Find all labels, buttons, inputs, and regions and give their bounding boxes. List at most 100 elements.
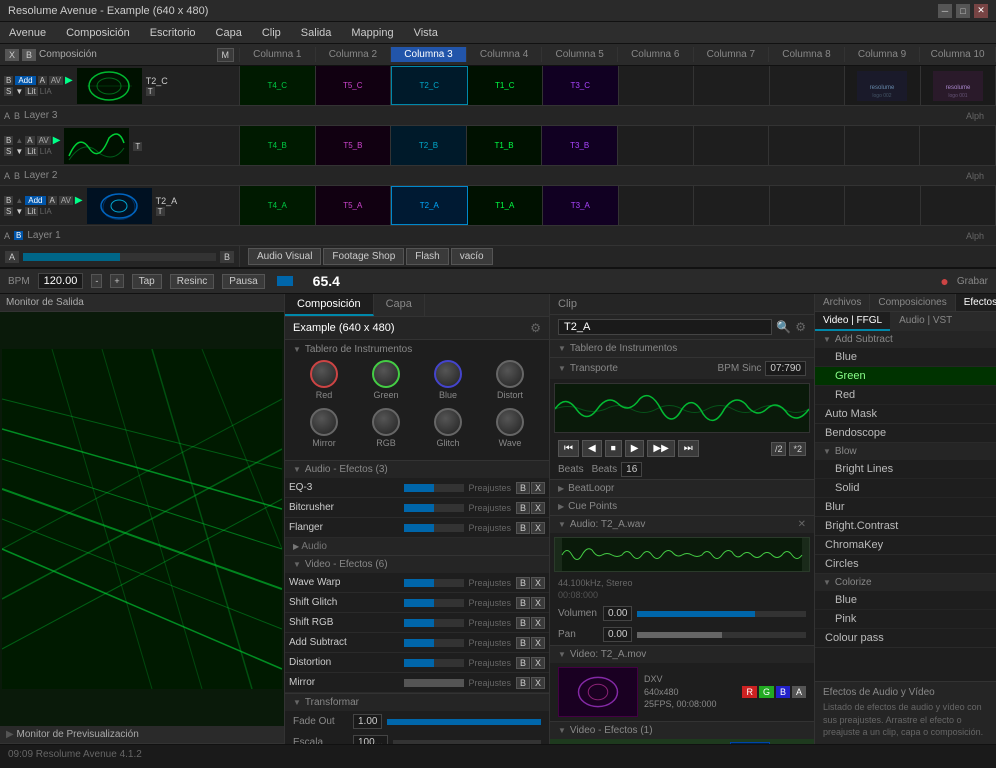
comp-settings-icon[interactable]: ⚙: [530, 321, 541, 335]
clip-l3-8[interactable]: [770, 66, 846, 105]
vol-value[interactable]: 0.00: [603, 606, 632, 621]
clip-l2-9[interactable]: [845, 126, 921, 165]
bpm-value[interactable]: 120.00: [38, 273, 84, 289]
knob-red[interactable]: Red: [310, 360, 338, 400]
beats-num[interactable]: 16: [621, 462, 642, 477]
clip-l2-10[interactable]: [920, 126, 996, 165]
transport-back-btn[interactable]: ◀: [582, 440, 602, 457]
group-blur[interactable]: Blur: [815, 498, 996, 517]
scale-val[interactable]: 100...: [353, 735, 388, 744]
t-btn-l1[interactable]: T: [156, 207, 165, 216]
menu-avenue[interactable]: Avenue: [5, 25, 50, 41]
knob-glitch[interactable]: Glitch: [434, 408, 462, 448]
clip-l2-2[interactable]: T5_B: [316, 126, 392, 165]
s-btn-l1[interactable]: S: [4, 207, 13, 216]
menu-salida[interactable]: Salida: [297, 25, 336, 41]
menu-vista[interactable]: Vista: [410, 25, 442, 41]
layer1-b-btn[interactable]: B: [14, 231, 23, 240]
group-circles[interactable]: Circles: [815, 555, 996, 574]
clip-l3-5[interactable]: T3_C: [543, 66, 619, 105]
b-btn-l2[interactable]: B: [4, 136, 13, 145]
master-b-btn[interactable]: B: [220, 251, 234, 263]
clip-l1-1[interactable]: T4_A: [240, 186, 316, 225]
audio-close-btn[interactable]: ✕: [798, 519, 806, 530]
group-bendoscope[interactable]: Bendoscope: [815, 424, 996, 443]
menu-capa[interactable]: Capa: [212, 25, 246, 41]
minimize-btn[interactable]: ─: [938, 4, 952, 18]
group-blow[interactable]: Blow: [815, 443, 996, 460]
video-b-btn[interactable]: B: [776, 686, 790, 698]
clip-l3-7[interactable]: [694, 66, 770, 105]
clip-l1-7[interactable]: [694, 186, 770, 225]
knob-green[interactable]: Green: [372, 360, 400, 400]
effect-red[interactable]: Red: [815, 386, 996, 405]
knob-rgb[interactable]: RGB: [372, 408, 400, 448]
audio-section-toggle[interactable]: ▶ Audio: [285, 538, 549, 555]
clip-l1-10[interactable]: [921, 186, 996, 225]
b-btn-l3[interactable]: B: [4, 76, 13, 85]
video-g-btn[interactable]: G: [759, 686, 774, 698]
effect-colorize-blue[interactable]: Blue: [815, 591, 996, 610]
pause-btn[interactable]: Pausa: [222, 274, 264, 289]
knob-blue[interactable]: Blue: [434, 360, 462, 400]
menu-mapping[interactable]: Mapping: [347, 25, 397, 41]
tap-btn[interactable]: Tap: [132, 274, 162, 289]
a-btn-l1[interactable]: A: [48, 196, 57, 205]
effect-wavewarp[interactable]: Wave Warp Preajustes B X: [285, 573, 549, 593]
clip-l2-7[interactable]: [694, 126, 770, 165]
clip-l3-4[interactable]: T1_C: [468, 66, 544, 105]
effect-bitcrusher[interactable]: Bitcrusher Preajustes B X: [285, 498, 549, 518]
vstab-video[interactable]: Video | FFGL: [815, 312, 890, 331]
clip-l2-4[interactable]: T1_B: [467, 126, 543, 165]
clip-l3-3[interactable]: T2_C: [391, 66, 468, 105]
clip-l1-4[interactable]: T1_A: [468, 186, 544, 225]
clip-l3-9[interactable]: resolumelogo 002: [845, 66, 921, 105]
group-chromakey[interactable]: ChromaKey: [815, 536, 996, 555]
clip-l2-8[interactable]: [769, 126, 845, 165]
group-brightcontrast[interactable]: Bright.Contrast: [815, 517, 996, 536]
group-colorize[interactable]: Colorize: [815, 574, 996, 591]
menu-escritorio[interactable]: Escritorio: [146, 25, 200, 41]
group-colourpass[interactable]: Colour pass: [815, 629, 996, 648]
transport-prev-btn[interactable]: ⏮: [558, 440, 579, 457]
effect-eq3[interactable]: EQ-3 Preajustes B X: [285, 478, 549, 498]
maximize-btn[interactable]: □: [956, 4, 970, 18]
av-btn-l3[interactable]: AV: [49, 76, 63, 85]
transport-end-btn[interactable]: ⏭: [678, 440, 699, 457]
b-btn-l1[interactable]: B: [4, 196, 13, 205]
tab-vacio[interactable]: vacío: [451, 248, 493, 265]
bpm-minus[interactable]: -: [91, 274, 102, 288]
close-btn[interactable]: ✕: [974, 4, 988, 18]
tab-footage-shop[interactable]: Footage Shop: [323, 248, 404, 265]
knob-distort[interactable]: Distort: [496, 360, 524, 400]
etab-composiciones[interactable]: Composiciones: [870, 294, 955, 311]
clip-l2-3[interactable]: T2_B: [391, 126, 467, 165]
loop-div-btn[interactable]: /2: [771, 442, 787, 456]
m-btn[interactable]: M: [217, 48, 235, 62]
layer2-thumbnail[interactable]: [64, 128, 129, 164]
clip-l3-10[interactable]: resolumelogo 001: [921, 66, 996, 105]
tab-capa[interactable]: Capa: [374, 294, 425, 316]
menu-clip[interactable]: Clip: [258, 25, 285, 41]
clip-effect-blend[interactable]: Green: [730, 742, 770, 744]
tab-flash[interactable]: Flash: [406, 248, 448, 265]
a-btn-l3[interactable]: A: [38, 76, 47, 85]
effect-shiftrgb[interactable]: Shift RGB Preajustes B X: [285, 613, 549, 633]
group-automask[interactable]: Auto Mask: [815, 405, 996, 424]
fade-out-val[interactable]: 1.00: [353, 714, 382, 729]
a-btn-l2[interactable]: A: [25, 136, 34, 145]
clip-settings-icon[interactable]: ⚙: [795, 320, 806, 334]
bpm-plus[interactable]: +: [110, 274, 123, 288]
effect-colorize-pink[interactable]: Pink: [815, 610, 996, 629]
effect-brightlines[interactable]: Bright Lines: [815, 460, 996, 479]
clip-l2-6[interactable]: [618, 126, 694, 165]
knob-wave[interactable]: Wave: [496, 408, 524, 448]
clip-l1-6[interactable]: [619, 186, 695, 225]
effect-solid[interactable]: Solid: [815, 479, 996, 498]
transport-stop-btn[interactable]: ⏹: [605, 440, 622, 457]
clip-l1-8[interactable]: [770, 186, 846, 225]
etab-archivos[interactable]: Archivos: [815, 294, 870, 311]
s-btn-l3[interactable]: S: [4, 87, 13, 96]
vstab-audio[interactable]: Audio | VST: [891, 312, 960, 331]
master-a-btn[interactable]: A: [5, 251, 19, 263]
